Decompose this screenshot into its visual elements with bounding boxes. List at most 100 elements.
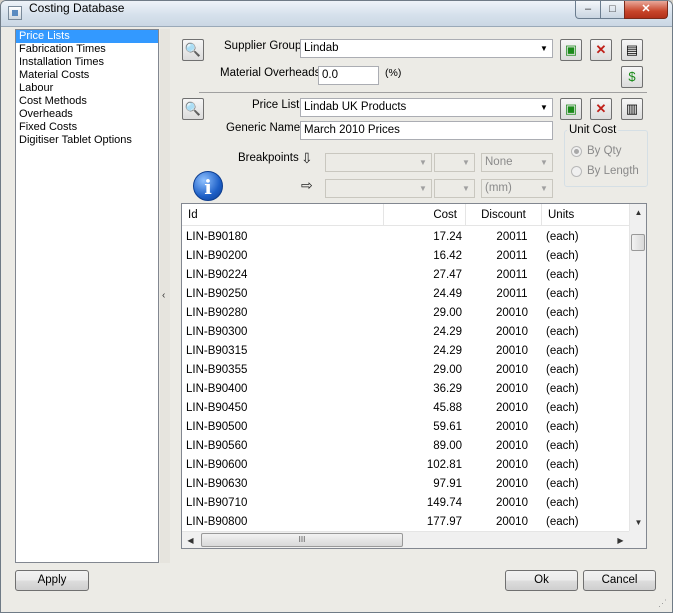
price-list-combo[interactable]: Lindab UK Products	[300, 98, 553, 117]
column-header-discount[interactable]: Discount	[466, 204, 542, 226]
chevron-down-icon[interactable]	[536, 99, 552, 116]
material-overheads-input[interactable]: 0.0	[318, 66, 379, 85]
cell-cost: 36.29	[433, 383, 462, 395]
horizontal-scrollbar[interactable]: ◀ III ▶	[182, 531, 629, 548]
supplier-properties-button[interactable]: ▤	[621, 39, 643, 61]
cell-cost: 27.47	[433, 269, 462, 281]
delete-supplier-button[interactable]: ✕	[590, 39, 612, 61]
category-item-price-lists[interactable]: Price Lists	[16, 30, 158, 43]
cell-units: (each)	[546, 440, 579, 452]
table-row[interactable]: LIN-B90250 24.49 20011 (each)	[182, 285, 629, 304]
cell-id: LIN-B90250	[186, 288, 248, 300]
price-grid[interactable]: Id Cost Discount Units LIN-B90180 17.24 20…	[181, 203, 647, 549]
table-row[interactable]: LIN-B90315 24.29 20010 (each)	[182, 342, 629, 361]
close-button[interactable]: ✕	[624, 1, 668, 19]
table-row[interactable]: LIN-B90180 17.24 20011 (each)	[182, 228, 629, 247]
table-row[interactable]: LIN-B90600 102.81 20010 (each)	[182, 456, 629, 475]
table-row[interactable]: LIN-B90630 97.91 20010 (each)	[182, 475, 629, 494]
cell-cost: 24.49	[433, 288, 462, 300]
table-row[interactable]: LIN-B90200 16.42 20011 (each)	[182, 247, 629, 266]
grid-header: Id Cost Discount Units	[182, 204, 629, 226]
window-title: Costing Database	[29, 1, 125, 15]
chevron-down-icon[interactable]	[536, 154, 552, 171]
column-header-id[interactable]: Id	[182, 204, 384, 226]
table-row[interactable]: LIN-B90355 29.00 20010 (each)	[182, 361, 629, 380]
ok-button[interactable]: Ok	[505, 570, 578, 591]
delete-x-icon: ✕	[595, 101, 607, 116]
breakpoint-2-unit-combo[interactable]: (mm)	[481, 179, 553, 198]
table-row[interactable]: LIN-B90500 59.61 20010 (each)	[182, 418, 629, 437]
chevron-down-icon[interactable]	[415, 154, 431, 171]
vertical-scroll-thumb[interactable]	[631, 234, 645, 251]
by-qty-radio[interactable]	[571, 146, 582, 157]
category-item-cost-methods[interactable]: Cost Methods	[16, 95, 158, 108]
category-item-fixed-costs[interactable]: Fixed Costs	[16, 121, 158, 134]
maximize-button[interactable]: □	[600, 1, 625, 19]
breakpoint-2-combo[interactable]	[325, 179, 432, 198]
breakpoint-1-combo[interactable]	[325, 153, 432, 172]
unit-cost-title: Unit Cost	[567, 124, 619, 136]
add-price-list-button[interactable]: ▣	[560, 98, 582, 120]
table-row[interactable]: LIN-B90300 24.29 20010 (each)	[182, 323, 629, 342]
info-icon[interactable]: i	[193, 171, 223, 201]
resize-grip-icon[interactable]: ⋰	[658, 598, 670, 610]
currency-button[interactable]: $	[621, 66, 643, 88]
pricelist-search-button[interactable]: 🔍	[182, 98, 204, 120]
supplier-search-button[interactable]: 🔍	[182, 39, 204, 61]
chevron-down-icon[interactable]	[415, 180, 431, 197]
magnifier-document-icon: 🔍	[184, 101, 202, 116]
database-tools-icon: ▥	[625, 101, 639, 116]
delete-price-list-button[interactable]: ✕	[590, 98, 612, 120]
cell-units: (each)	[546, 459, 579, 471]
category-list[interactable]: Price Lists Fabrication Times Installati…	[15, 29, 159, 563]
category-item-labour[interactable]: Labour	[16, 82, 158, 95]
table-row[interactable]: LIN-B90560 89.00 20010 (each)	[182, 437, 629, 456]
minimize-button[interactable]: –	[575, 1, 601, 19]
table-row[interactable]: LIN-B90450 45.88 20010 (each)	[182, 399, 629, 418]
category-item-fabrication-times[interactable]: Fabrication Times	[16, 43, 158, 56]
table-row[interactable]: LIN-B90280 29.00 20010 (each)	[182, 304, 629, 323]
by-length-radio[interactable]	[571, 166, 582, 177]
unit-cost-group	[564, 130, 648, 187]
cell-cost: 45.88	[433, 402, 462, 414]
breakpoint-1-op-combo[interactable]	[434, 153, 475, 172]
add-supplier-button[interactable]: ▣	[560, 39, 582, 61]
cell-discount: 20010	[496, 345, 528, 357]
category-item-overheads[interactable]: Overheads	[16, 108, 158, 121]
title-bar[interactable]: Costing Database – □ ✕	[1, 1, 672, 27]
chevron-down-icon[interactable]	[458, 154, 474, 171]
category-item-material-costs[interactable]: Material Costs	[16, 69, 158, 82]
chevron-down-icon[interactable]	[458, 180, 474, 197]
scroll-left-icon[interactable]: ◀	[182, 532, 199, 548]
collapse-chevron-icon[interactable]: ‹	[162, 290, 165, 301]
price-list-tools-button[interactable]: ▥	[621, 98, 643, 120]
cell-units: (each)	[546, 364, 579, 376]
column-header-cost[interactable]: Cost	[384, 204, 466, 226]
cell-units: (each)	[546, 307, 579, 319]
cell-discount: 20011	[496, 288, 528, 300]
cell-discount: 20010	[496, 516, 528, 528]
chevron-down-icon[interactable]	[536, 40, 552, 57]
breakpoint-2-op-combo[interactable]	[434, 179, 475, 198]
scroll-up-icon[interactable]: ▲	[630, 204, 646, 221]
category-item-installation-times[interactable]: Installation Times	[16, 56, 158, 69]
cell-cost: 29.00	[433, 307, 462, 319]
supplier-group-combo[interactable]: Lindab	[300, 39, 553, 58]
scroll-right-icon[interactable]: ▶	[612, 532, 629, 548]
table-row[interactable]: LIN-B90224 27.47 20011 (each)	[182, 266, 629, 285]
breakpoint-1-unit-combo[interactable]: None	[481, 153, 553, 172]
scroll-down-icon[interactable]: ▼	[630, 514, 646, 531]
chevron-down-icon[interactable]	[536, 180, 552, 197]
vertical-scrollbar[interactable]: ▲ ▼	[629, 204, 646, 531]
cell-id: LIN-B90630	[186, 478, 248, 490]
table-row[interactable]: LIN-B90710 149.74 20010 (each)	[182, 494, 629, 513]
table-row[interactable]: LIN-B90800 177.97 20010 (each)	[182, 513, 629, 532]
breakpoints-label: Breakpoints	[238, 152, 299, 164]
column-header-units[interactable]: Units	[542, 204, 629, 226]
horizontal-scroll-thumb[interactable]: III	[201, 533, 403, 547]
table-row[interactable]: LIN-B90400 36.29 20010 (each)	[182, 380, 629, 399]
category-item-digitiser-tablet-options[interactable]: Digitiser Tablet Options	[16, 134, 158, 147]
generic-name-input[interactable]: March 2010 Prices	[300, 121, 553, 140]
apply-button[interactable]: Apply	[15, 570, 89, 591]
cancel-button[interactable]: Cancel	[583, 570, 656, 591]
